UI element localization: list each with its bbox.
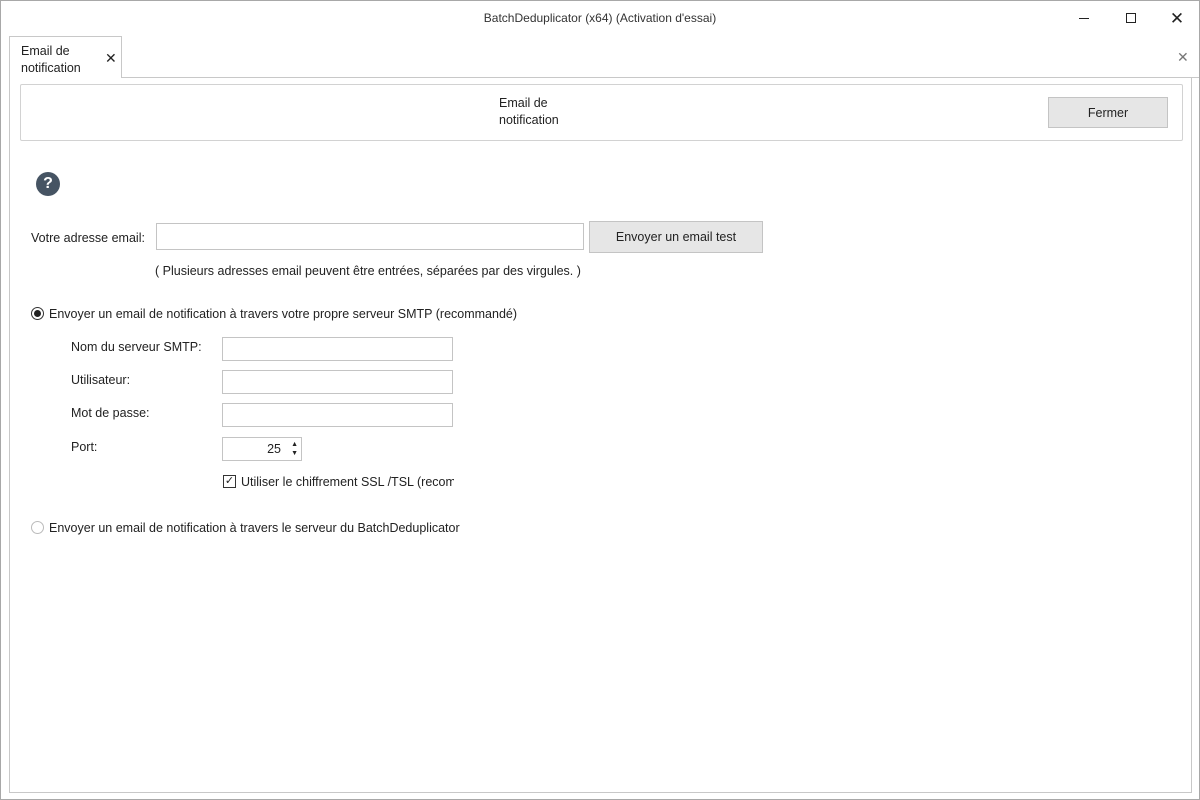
- content-panel: Email de notification Fermer ? Votre adr…: [9, 78, 1192, 793]
- server-option-radio[interactable]: [31, 521, 44, 534]
- question-circle-icon[interactable]: ?: [36, 172, 60, 196]
- port-value: 25: [267, 442, 281, 456]
- server-option-label[interactable]: Envoyer un email de notification à trave…: [49, 521, 460, 535]
- tab-label: Email de notification: [21, 44, 81, 75]
- tab-email-notification[interactable]: Email de notification ✕: [9, 36, 122, 79]
- smtp-server-label: Nom du serveur SMTP:: [71, 340, 202, 354]
- smtp-option-radio[interactable]: [31, 307, 44, 320]
- password-input[interactable]: [222, 403, 453, 427]
- send-test-email-button[interactable]: Envoyer un email test: [589, 221, 763, 253]
- checkmark-icon: ✓: [224, 475, 235, 487]
- smtp-server-input[interactable]: [222, 337, 453, 361]
- user-input[interactable]: [222, 370, 453, 394]
- tabstrip-close-icon[interactable]: ✕: [1177, 49, 1189, 66]
- panel-title: Email de notification: [499, 96, 559, 127]
- email-input[interactable]: [156, 223, 584, 250]
- spin-up-icon[interactable]: ▲: [291, 441, 298, 448]
- title-bar: BatchDeduplicator (x64) (Activation d'es…: [1, 1, 1199, 35]
- app-window: BatchDeduplicator (x64) (Activation d'es…: [0, 0, 1200, 800]
- tab-strip: Email de notification ✕ ✕: [9, 35, 1199, 79]
- ssl-checkbox[interactable]: ✓: [223, 475, 236, 488]
- minimize-button[interactable]: [1061, 1, 1107, 35]
- user-label: Utilisateur:: [71, 373, 131, 387]
- smtp-option-label[interactable]: Envoyer un email de notification à trave…: [49, 307, 517, 321]
- spin-down-icon[interactable]: ▼: [291, 450, 298, 457]
- password-label: Mot de passe:: [71, 406, 150, 420]
- minimize-icon: [1079, 17, 1089, 19]
- window-close-button[interactable]: ✕: [1154, 1, 1200, 35]
- ssl-label[interactable]: Utiliser le chiffrement SSL /TSL (recom: [241, 475, 454, 489]
- email-hint: ( Plusieurs adresses email peuvent être …: [155, 264, 581, 278]
- port-label: Port:: [71, 440, 98, 454]
- maximize-icon: [1126, 13, 1136, 23]
- tab-close-icon[interactable]: ✕: [105, 50, 117, 67]
- window-title: BatchDeduplicator (x64) (Activation d'es…: [483, 11, 717, 25]
- panel-header: Email de notification Fermer: [20, 84, 1183, 141]
- maximize-button[interactable]: [1108, 1, 1154, 35]
- close-icon: ✕: [1169, 8, 1185, 28]
- close-panel-button[interactable]: Fermer: [1048, 97, 1168, 128]
- port-stepper[interactable]: 25 ▲ ▼: [222, 437, 302, 461]
- email-label: Votre adresse email:: [31, 231, 145, 245]
